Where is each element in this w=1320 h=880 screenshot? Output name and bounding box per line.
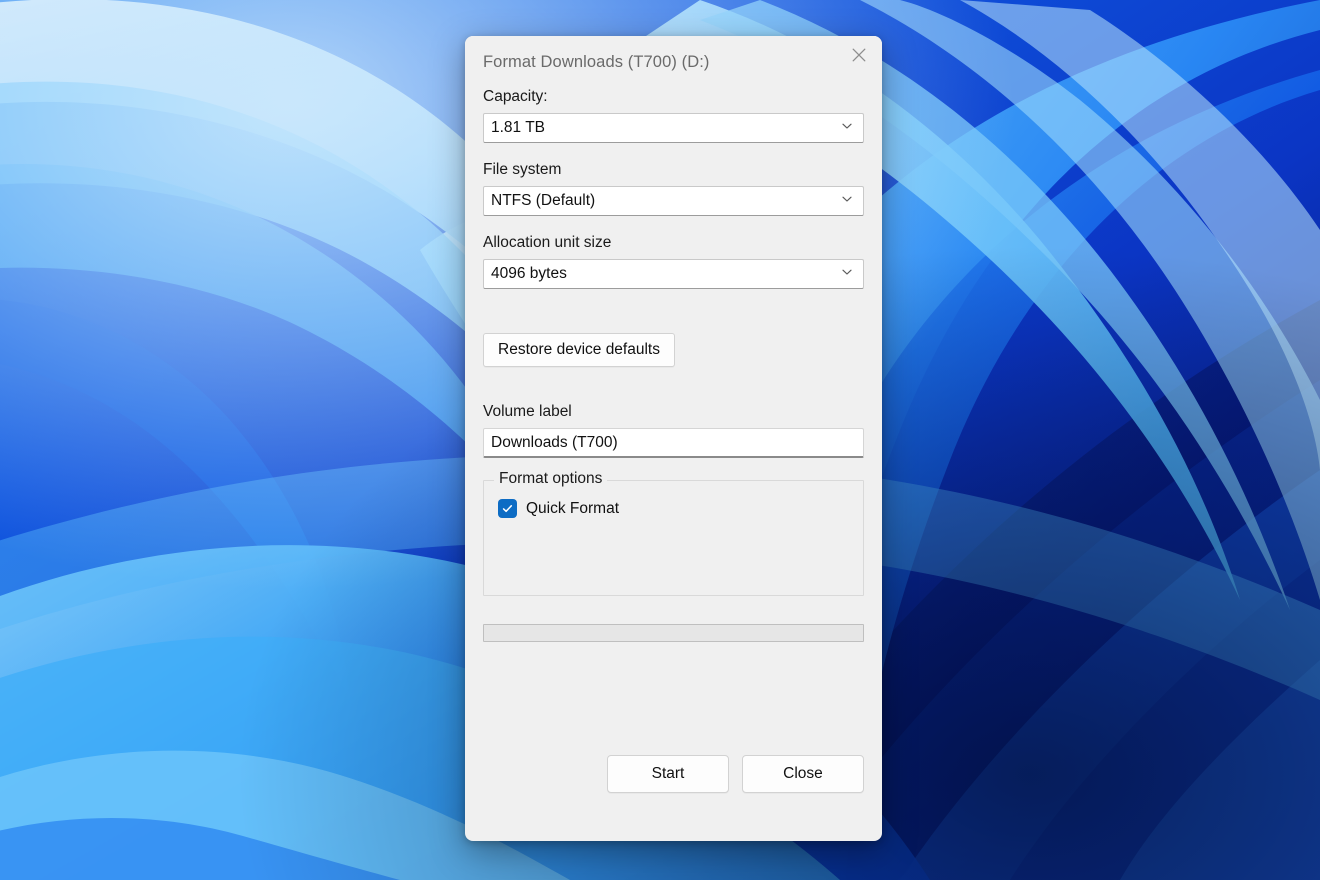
close-button[interactable]: [836, 36, 882, 74]
close-dialog-button[interactable]: Close: [742, 755, 864, 793]
file-system-value: NTFS (Default): [491, 192, 596, 209]
volume-label-label: Volume label: [483, 403, 572, 420]
format-options-group: Format options Quick Format: [483, 470, 864, 596]
volume-label-value: Downloads (T700): [491, 433, 618, 451]
dialog-body: Capacity: 1.81 TB File system NTFS (Defa…: [465, 88, 882, 841]
format-options-legend: Format options: [494, 470, 608, 488]
format-progress-bar: [483, 624, 864, 642]
checkmark-icon: [501, 502, 514, 515]
restore-device-defaults-button[interactable]: Restore device defaults: [483, 333, 675, 367]
dialog-footer: Start Close: [483, 755, 864, 793]
allocation-unit-value: 4096 bytes: [491, 265, 567, 282]
close-icon: [851, 47, 867, 63]
dialog-titlebar[interactable]: Format Downloads (T700) (D:): [465, 36, 882, 88]
volume-label-input[interactable]: Downloads (T700): [483, 428, 864, 458]
chevron-down-icon: [840, 265, 854, 284]
file-system-label: File system: [483, 161, 562, 178]
capacity-combobox[interactable]: 1.81 TB: [483, 113, 864, 143]
dialog-title: Format Downloads (T700) (D:): [483, 52, 710, 71]
quick-format-label: Quick Format: [526, 499, 620, 517]
desktop: Format Downloads (T700) (D:) Capacity: 1…: [0, 0, 1320, 880]
allocation-unit-label: Allocation unit size: [483, 234, 612, 251]
file-system-combobox[interactable]: NTFS (Default): [483, 186, 864, 216]
chevron-down-icon: [840, 192, 854, 211]
quick-format-checkbox-row[interactable]: Quick Format: [498, 499, 849, 518]
quick-format-checkbox[interactable]: [498, 499, 517, 518]
start-button[interactable]: Start: [607, 755, 729, 793]
allocation-unit-combobox[interactable]: 4096 bytes: [483, 259, 864, 289]
chevron-down-icon: [840, 119, 854, 138]
capacity-label: Capacity:: [483, 88, 548, 105]
capacity-value: 1.81 TB: [491, 119, 546, 136]
format-dialog: Format Downloads (T700) (D:) Capacity: 1…: [465, 36, 882, 841]
